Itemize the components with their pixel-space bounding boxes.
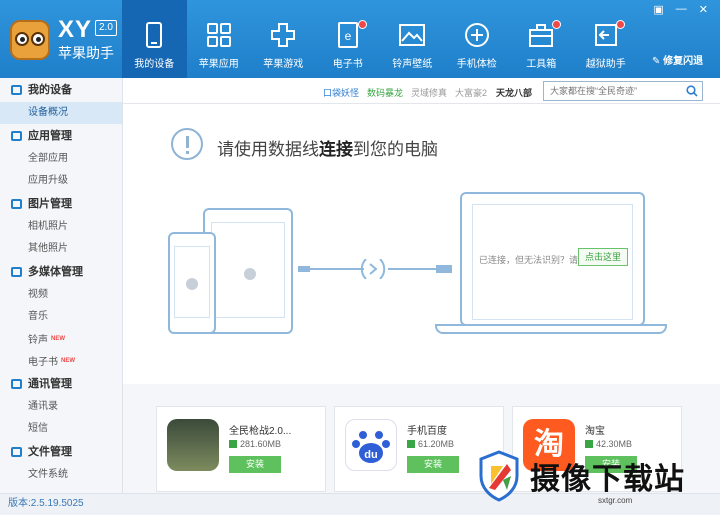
version-badge: 2.0 xyxy=(95,20,117,36)
restore-icon[interactable]: ▣ xyxy=(653,3,663,16)
device-icon xyxy=(146,22,163,48)
size-icon xyxy=(229,440,237,448)
wrench-icon: ✎ xyxy=(652,56,661,67)
picture-icon xyxy=(11,199,22,209)
search-icon[interactable] xyxy=(686,85,698,97)
sidebar-item-app-upgrade[interactable]: 应用升级 xyxy=(0,170,122,192)
apple-icon xyxy=(186,278,198,290)
wallpaper-icon xyxy=(399,24,426,46)
install-button[interactable]: 安装 xyxy=(407,456,459,473)
quick-link[interactable]: 天龙八部 xyxy=(496,86,532,99)
sidebar-item-contacts[interactable]: 通讯录 xyxy=(0,396,122,418)
sidebar-section-photo-manage[interactable]: 图片管理 xyxy=(0,192,122,216)
sidebar-item-ebook[interactable]: 电子书 NEW xyxy=(0,350,122,372)
sidebar: 我的设备 设备概况 应用管理 全部应用 应用升级 图片管理 相机照片 其他照片 … xyxy=(0,78,123,493)
sidebar-item-sms[interactable]: 短信 xyxy=(0,418,122,440)
sidebar-item-music[interactable]: 音乐 xyxy=(0,306,122,328)
quick-link[interactable]: 大富豪2 xyxy=(455,86,487,99)
app-card: 全民枪战2.0... 281.60MB 安装 xyxy=(156,406,326,492)
gamepad-icon xyxy=(271,23,296,47)
fix-flash-button[interactable]: ✎ 修复闪退 xyxy=(652,52,703,67)
minimize-icon[interactable]: — xyxy=(676,3,687,16)
owl-logo-icon xyxy=(10,20,50,60)
new-badge: NEW xyxy=(61,358,75,364)
media-icon xyxy=(11,267,22,277)
ipad-illustration xyxy=(203,208,293,334)
apps-grid-icon xyxy=(11,131,22,141)
ios-devices-illustration xyxy=(168,204,293,338)
nav-toolbox[interactable]: 工具箱 xyxy=(509,0,574,78)
svg-text:e: e xyxy=(344,29,351,43)
sidebar-section-file-manage[interactable]: 文件管理 xyxy=(0,440,122,464)
logo-text: XY xyxy=(58,16,93,43)
game-soldier-icon xyxy=(167,419,219,471)
sidebar-section-app-manage[interactable]: 应用管理 xyxy=(0,124,122,148)
nav-apple-apps[interactable]: 苹果应用 xyxy=(187,0,252,78)
connect-hint-text: 已连接，但无法识别？请 xyxy=(479,255,579,265)
click-here-button[interactable]: 点击这里 xyxy=(578,248,629,266)
apps-grid-icon xyxy=(206,23,231,47)
quick-link[interactable]: 数码暴龙 xyxy=(367,86,403,99)
usb-cable-illustration xyxy=(298,259,452,279)
sidebar-item-all-apps[interactable]: 全部应用 xyxy=(0,148,122,170)
top-nav: 我的设备 苹果应用 苹果游戏 e 电子书 铃声壁纸 手机体检 工具箱 越狱助手 xyxy=(122,0,638,78)
sidebar-section-my-device[interactable]: 我的设备 xyxy=(0,78,122,102)
quick-links-bar: 口袋妖怪 数码暴龙 灵域修真 大富豪2 天龙八部 xyxy=(123,78,720,104)
sidebar-item-other-photos[interactable]: 其他照片 xyxy=(0,238,122,260)
watermark-title: 摄像下载站 xyxy=(530,462,685,497)
sidebar-section-contacts-manage[interactable]: 通讯管理 xyxy=(0,372,122,396)
sidebar-item-file-system[interactable]: 文件系统 xyxy=(0,464,122,486)
watermark-url: sxtgr.com xyxy=(598,496,633,505)
notification-dot xyxy=(551,20,561,29)
device-icon xyxy=(11,85,22,95)
nav-jailbreak-assistant[interactable]: 越狱助手 xyxy=(574,0,639,78)
nav-phone-checkup[interactable]: 手机体检 xyxy=(445,0,510,78)
svg-text:du: du xyxy=(364,449,377,461)
folder-icon xyxy=(11,447,22,457)
app-name: 苹果助手 xyxy=(58,45,114,61)
quick-link[interactable]: 口袋妖怪 xyxy=(323,86,359,99)
sidebar-item-video[interactable]: 视频 xyxy=(0,284,122,306)
search-box xyxy=(543,81,703,101)
notification-dot xyxy=(616,20,625,29)
sidebar-item-device-overview[interactable]: 设备概况 xyxy=(0,102,122,124)
install-button[interactable]: 安装 xyxy=(229,456,281,473)
apple-icon xyxy=(244,268,256,280)
shield-logo-icon xyxy=(479,450,519,502)
device-overview-panel: 请使用数据线连接到您的电脑 已连接，但无法识别？请 点击这里 xyxy=(123,104,720,384)
baidu-icon: du xyxy=(345,419,397,471)
nav-ringtone-wallpaper[interactable]: 铃声壁纸 xyxy=(380,0,445,78)
checkup-icon xyxy=(464,23,489,47)
size-icon xyxy=(585,440,593,448)
watermark: 摄像下载站 sxtgr.com xyxy=(472,448,720,515)
connect-notice: 请使用数据线连接到您的电脑 xyxy=(217,140,438,159)
close-icon[interactable]: ✕ xyxy=(699,3,708,16)
nav-ebook[interactable]: e 电子书 xyxy=(316,0,381,78)
sidebar-item-ringtone[interactable]: 铃声 NEW xyxy=(0,328,122,350)
iphone-illustration xyxy=(168,232,216,334)
window-controls: ▣ — ✕ xyxy=(653,3,708,16)
quick-link[interactable]: 灵域修真 xyxy=(411,86,447,99)
sidebar-section-media-manage[interactable]: 多媒体管理 xyxy=(0,260,122,284)
nav-my-device[interactable]: 我的设备 xyxy=(122,0,187,78)
notification-dot xyxy=(358,20,367,29)
search-input[interactable] xyxy=(544,82,679,100)
nav-apple-games[interactable]: 苹果游戏 xyxy=(251,0,316,78)
header-bar: XY 2.0 苹果助手 我的设备 苹果应用 苹果游戏 e 电子书 铃声壁纸 手机… xyxy=(0,0,720,78)
chat-icon xyxy=(11,379,22,389)
size-icon xyxy=(407,440,415,448)
sidebar-item-camera-photos[interactable]: 相机照片 xyxy=(0,216,122,238)
new-badge: NEW xyxy=(51,336,65,342)
exclamation-icon xyxy=(171,128,203,160)
